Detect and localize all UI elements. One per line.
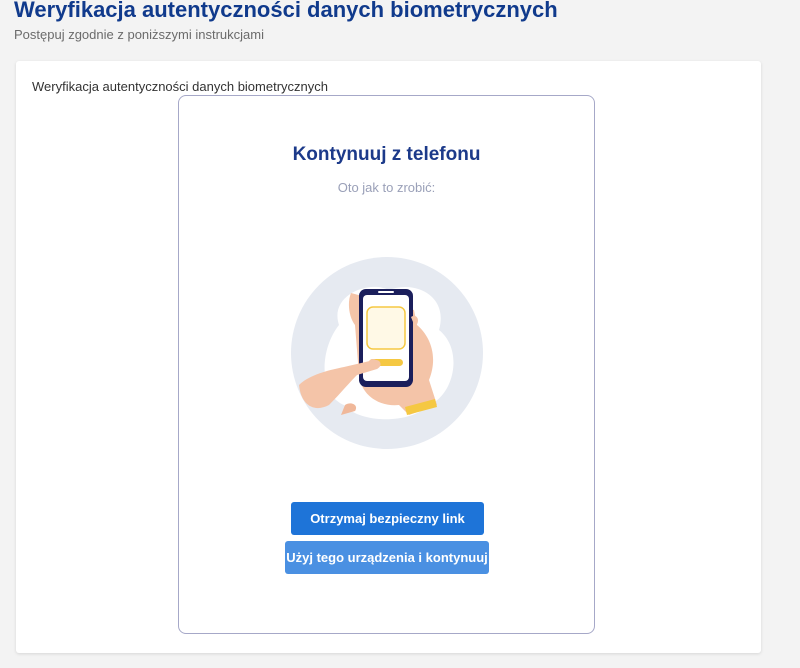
frame-subheading: Oto jak to zrobić: bbox=[337, 180, 436, 195]
verification-frame: Kontynuuj z telefonu Oto jak to zrobić: bbox=[178, 95, 595, 634]
use-this-device-button[interactable]: Użyj tego urządzenia i kontynuuj bbox=[285, 541, 489, 574]
section-label: Weryfikacja autentyczności danych biomet… bbox=[32, 79, 328, 94]
hand-holding-phone-illustration bbox=[291, 257, 483, 449]
frame-heading: Kontynuuj z telefonu bbox=[292, 144, 481, 165]
main-card: Weryfikacja autentyczności danych biomet… bbox=[16, 61, 761, 653]
page-subtitle: Postępuj zgodnie z poniższymi instrukcja… bbox=[14, 27, 264, 42]
page-title: Weryfikacja autentyczności danych biomet… bbox=[14, 0, 558, 22]
get-secure-link-button[interactable]: Otrzymaj bezpieczny link bbox=[291, 502, 484, 535]
